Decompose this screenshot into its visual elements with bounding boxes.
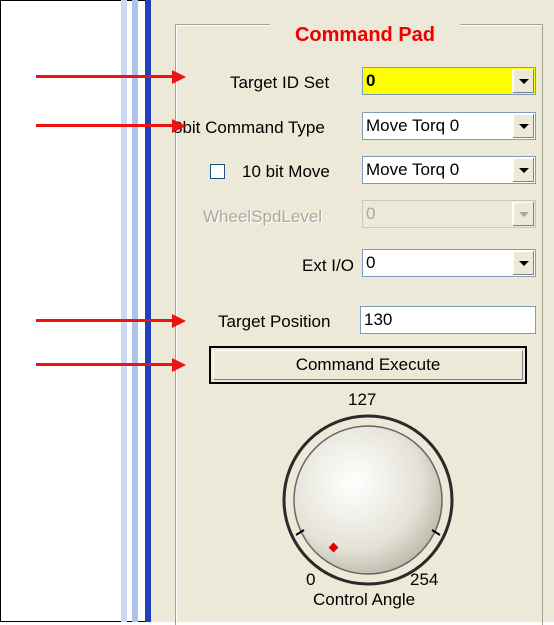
- arrowhead-icon: [172, 119, 186, 133]
- dial-knob[interactable]: [293, 425, 443, 575]
- dropdown-arrow-button[interactable]: [512, 114, 534, 138]
- move-10bit-value: Move Torq 0: [366, 160, 460, 179]
- annotation-arrow: [36, 124, 180, 127]
- annotation-arrow: [36, 363, 180, 366]
- window-border: [132, 0, 138, 622]
- annotation-arrow: [36, 75, 180, 78]
- arrowhead-icon: [172, 358, 186, 372]
- ext-io-dropdown[interactable]: 0: [362, 249, 536, 277]
- target-position-value: 130: [364, 310, 393, 329]
- command-type-8bit-label: 8bit Command Type: [173, 118, 325, 137]
- window-border: [121, 0, 127, 622]
- move-10bit-dropdown[interactable]: Move Torq 0: [362, 156, 536, 184]
- chevron-down-icon: [519, 79, 529, 84]
- move-10bit-label: 10 bit Move: [242, 162, 330, 181]
- target-position-label: Target Position: [218, 312, 331, 331]
- wheel-spd-level-value: 0: [366, 204, 376, 223]
- arrowhead-icon: [172, 314, 186, 328]
- target-position-input[interactable]: 130: [360, 306, 536, 334]
- chevron-down-icon: [519, 168, 529, 173]
- dial-max-label: 254: [410, 570, 439, 589]
- ext-io-value: 0: [366, 253, 376, 272]
- dropdown-arrow-button[interactable]: [512, 158, 534, 182]
- arrowhead-icon: [172, 70, 186, 84]
- wheel-spd-level-dropdown: 0: [362, 200, 536, 228]
- control-angle-label: Control Angle: [313, 590, 416, 609]
- command-type-8bit-value: Move Torq 0: [366, 116, 460, 135]
- command-execute-button[interactable]: Command Execute: [209, 346, 527, 384]
- target-id-set-value: 0: [366, 71, 376, 90]
- command-pad-title: Command Pad: [270, 24, 460, 47]
- command-type-8bit-dropdown[interactable]: Move Torq 0: [362, 112, 536, 140]
- dropdown-arrow-button[interactable]: [512, 251, 534, 275]
- window-border: [151, 0, 165, 622]
- dropdown-arrow-button[interactable]: [512, 69, 534, 93]
- command-execute-label: Command Execute: [213, 350, 523, 380]
- target-id-set-label: Target ID Set: [230, 73, 330, 92]
- annotation-arrow: [36, 319, 180, 322]
- dropdown-arrow-button: [512, 202, 534, 226]
- ext-io-label: Ext I/O: [302, 256, 354, 275]
- chevron-down-icon: [519, 124, 529, 129]
- move-10bit-checkbox[interactable]: [210, 164, 225, 179]
- wheel-spd-level-label: WheelSpdLevel: [203, 207, 323, 226]
- control-angle-dial[interactable]: [278, 410, 458, 590]
- dial-mid-label: 127: [348, 390, 377, 409]
- chevron-down-icon: [519, 212, 529, 217]
- dial-min-label: 0: [306, 570, 316, 589]
- target-id-set-dropdown[interactable]: 0: [362, 67, 536, 95]
- chevron-down-icon: [519, 261, 529, 266]
